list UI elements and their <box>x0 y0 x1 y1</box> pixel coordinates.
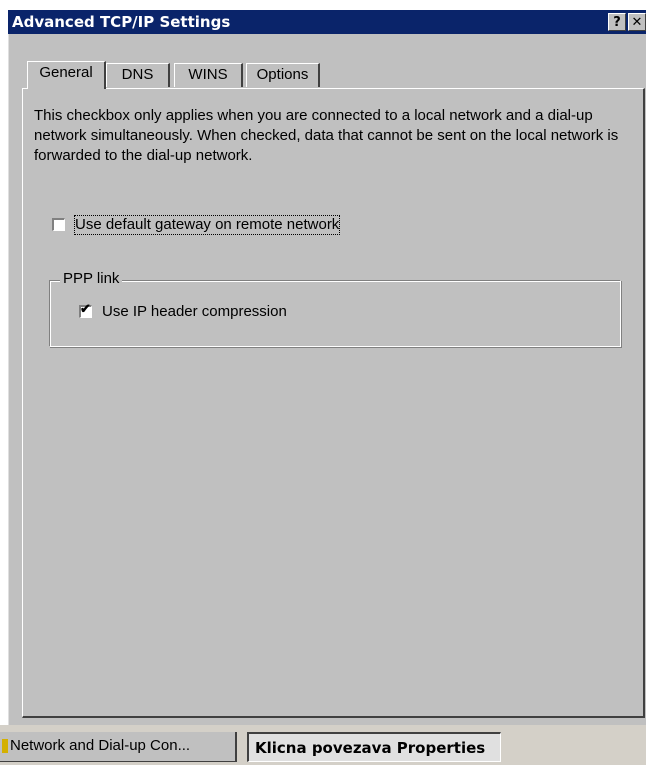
description-text: This checkbox only applies when you are … <box>34 107 619 164</box>
close-icon: ✕ <box>631 15 643 30</box>
tab-dns[interactable]: DNS <box>106 63 170 87</box>
tab-wins[interactable]: WINS <box>174 63 243 87</box>
default-gateway-label[interactable]: Use default gateway on remote network <box>73 215 341 235</box>
ip-header-compression-label[interactable]: Use IP header compression <box>102 303 287 321</box>
taskbar-item-label: Klicna povezava Properties <box>255 739 486 757</box>
folder-icon <box>2 739 8 754</box>
checkmark-icon: ✔ <box>80 301 91 316</box>
ppp-link-legend: PPP link <box>60 270 123 288</box>
ip-header-compression-checkbox[interactable]: ✔ <box>79 301 92 318</box>
taskbar-item-network[interactable]: Network and Dial-up Con... <box>0 732 237 762</box>
taskbar-item-properties[interactable]: Klicna povezava Properties <box>247 732 501 762</box>
default-gateway-checkbox[interactable] <box>52 218 65 231</box>
tab-options[interactable]: Options <box>246 63 320 87</box>
dialog-titlebar[interactable]: Advanced TCP/IP Settings ? ✕ <box>8 10 646 34</box>
help-icon: ? <box>613 15 621 30</box>
dialog-title: Advanced TCP/IP Settings <box>12 13 231 31</box>
tab-general[interactable]: General <box>27 61 106 89</box>
taskbar-item-label: Network and Dial-up Con... <box>10 737 191 754</box>
close-button[interactable]: ✕ <box>628 13 646 31</box>
help-button[interactable]: ? <box>608 13 626 31</box>
tab-panel-general: This checkbox only applies when you are … <box>22 88 645 718</box>
